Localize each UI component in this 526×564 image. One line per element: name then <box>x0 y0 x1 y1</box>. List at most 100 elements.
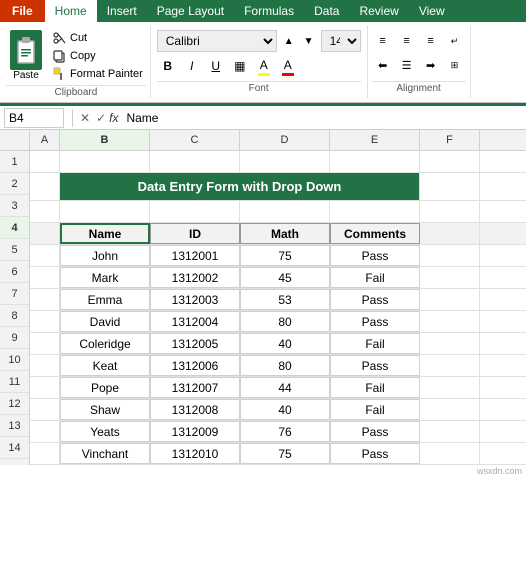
row-header-10[interactable]: 10 <box>0 349 29 371</box>
cell-e6[interactable]: Fail <box>330 267 420 288</box>
col-header-b[interactable]: B <box>60 130 150 150</box>
cell-a5[interactable] <box>30 245 60 266</box>
cell-f4[interactable] <box>420 223 480 244</box>
cell-e5[interactable]: Pass <box>330 245 420 266</box>
cell-d12[interactable]: 40 <box>240 399 330 420</box>
cell-b13[interactable]: Yeats <box>60 421 150 442</box>
cell-d6[interactable]: 45 <box>240 267 330 288</box>
cell-b3[interactable] <box>60 201 150 222</box>
cell-f11[interactable] <box>420 377 480 398</box>
row-header-3[interactable]: 3 <box>0 195 29 217</box>
cell-c9[interactable]: 1312005 <box>150 333 240 354</box>
row-header-4[interactable]: 4 <box>0 217 29 239</box>
cell-f12[interactable] <box>420 399 480 420</box>
align-left-button[interactable]: ⬅ <box>372 54 394 76</box>
cell-e9[interactable]: Fail <box>330 333 420 354</box>
cell-c11[interactable]: 1312007 <box>150 377 240 398</box>
cell-b10[interactable]: Keat <box>60 355 150 376</box>
cell-c6[interactable]: 1312002 <box>150 267 240 288</box>
cell-f14[interactable] <box>420 443 480 464</box>
format-painter-button[interactable]: Format Painter <box>50 66 146 82</box>
copy-button[interactable]: Copy <box>50 48 146 64</box>
cell-e10[interactable]: Pass <box>330 355 420 376</box>
cell-d13[interactable]: 76 <box>240 421 330 442</box>
cell-b7[interactable]: Emma <box>60 289 150 310</box>
cell-c7[interactable]: 1312003 <box>150 289 240 310</box>
row-header-6[interactable]: 6 <box>0 261 29 283</box>
cell-b5[interactable]: John <box>60 245 150 266</box>
cell-e1[interactable] <box>330 151 420 172</box>
cell-f13[interactable] <box>420 421 480 442</box>
cell-e8[interactable]: Pass <box>330 311 420 332</box>
row-header-5[interactable]: 5 <box>0 239 29 261</box>
cell-d11[interactable]: 44 <box>240 377 330 398</box>
tab-file[interactable]: File <box>0 0 45 22</box>
cell-c10[interactable]: 1312006 <box>150 355 240 376</box>
cell-c8[interactable]: 1312004 <box>150 311 240 332</box>
cell-d8[interactable]: 80 <box>240 311 330 332</box>
cell-reference-box[interactable] <box>4 108 64 128</box>
cancel-formula-icon[interactable]: ✕ <box>77 111 93 125</box>
row-header-2[interactable]: 2 <box>0 173 29 195</box>
cell-a3[interactable] <box>30 201 60 222</box>
cell-b14[interactable]: Vinchant <box>60 443 150 464</box>
cell-c4[interactable]: ID <box>150 223 240 244</box>
cell-c5[interactable]: 1312001 <box>150 245 240 266</box>
tab-view[interactable]: View <box>409 0 455 22</box>
tab-review[interactable]: Review <box>349 0 408 22</box>
cell-e7[interactable]: Pass <box>330 289 420 310</box>
tab-page-layout[interactable]: Page Layout <box>147 0 234 22</box>
cell-b6[interactable]: Mark <box>60 267 150 288</box>
cell-d14[interactable]: 75 <box>240 443 330 464</box>
italic-button[interactable]: I <box>181 55 203 77</box>
cell-a9[interactable] <box>30 333 60 354</box>
cell-b1[interactable] <box>60 151 150 172</box>
formula-input[interactable] <box>122 109 522 127</box>
cell-a13[interactable] <box>30 421 60 442</box>
cell-d1[interactable] <box>240 151 330 172</box>
cell-a11[interactable] <box>30 377 60 398</box>
cell-e3[interactable] <box>330 201 420 222</box>
row-header-13[interactable]: 13 <box>0 415 29 437</box>
cell-e14[interactable]: Pass <box>330 443 420 464</box>
row-header-1[interactable]: 1 <box>0 151 29 173</box>
cell-a10[interactable] <box>30 355 60 376</box>
cell-d3[interactable] <box>240 201 330 222</box>
cell-c3[interactable] <box>150 201 240 222</box>
cell-c14[interactable]: 1312010 <box>150 443 240 464</box>
cell-f1[interactable] <box>420 151 480 172</box>
cell-d7[interactable]: 53 <box>240 289 330 310</box>
tab-data[interactable]: Data <box>304 0 349 22</box>
cell-c12[interactable]: 1312008 <box>150 399 240 420</box>
cell-b4[interactable]: Name <box>60 223 150 244</box>
tab-insert[interactable]: Insert <box>97 0 147 22</box>
merge-button[interactable]: ⊞ <box>444 54 466 76</box>
col-header-a[interactable]: A <box>30 130 60 150</box>
cell-e12[interactable]: Fail <box>330 399 420 420</box>
row-header-14[interactable]: 14 <box>0 437 29 459</box>
cell-b2-merged[interactable]: Data Entry Form with Drop Down <box>60 173 420 200</box>
col-header-d[interactable]: D <box>240 130 330 150</box>
cell-f7[interactable] <box>420 289 480 310</box>
row-header-7[interactable]: 7 <box>0 283 29 305</box>
cell-c1[interactable] <box>150 151 240 172</box>
wrap-text-button[interactable]: ↵ <box>444 30 466 52</box>
cell-f10[interactable] <box>420 355 480 376</box>
col-header-f[interactable]: F <box>420 130 480 150</box>
cell-f6[interactable] <box>420 267 480 288</box>
cell-f2[interactable] <box>420 173 480 200</box>
cell-a7[interactable] <box>30 289 60 310</box>
align-right-button[interactable]: ➡ <box>420 54 442 76</box>
cell-e13[interactable]: Pass <box>330 421 420 442</box>
cell-f8[interactable] <box>420 311 480 332</box>
cell-b9[interactable]: Coleridge <box>60 333 150 354</box>
tab-home[interactable]: Home <box>45 0 97 22</box>
cell-e11[interactable]: Fail <box>330 377 420 398</box>
cell-c13[interactable]: 1312009 <box>150 421 240 442</box>
font-size-dropdown[interactable]: 14 <box>321 30 361 52</box>
align-top-right-button[interactable]: ≡ <box>420 30 442 52</box>
cell-a14[interactable] <box>30 443 60 464</box>
border-button[interactable]: ▦ <box>229 55 251 77</box>
bold-button[interactable]: B <box>157 55 179 77</box>
cell-b12[interactable]: Shaw <box>60 399 150 420</box>
